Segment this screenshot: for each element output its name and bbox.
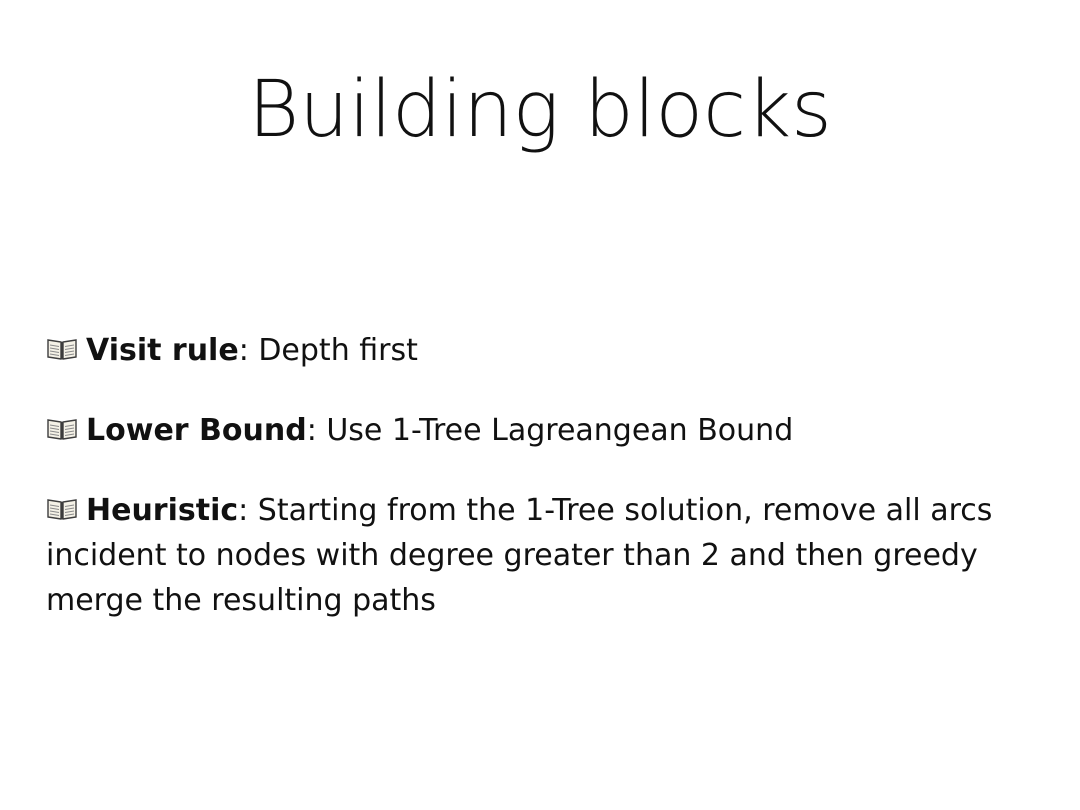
bullet-visit-rule: Visit rule: Depth first — [46, 328, 1036, 373]
bullet-heuristic: Heuristic: Starting from the 1-Tree solu… — [46, 488, 1036, 623]
bullet-text: : Use 1-Tree Lagreangean Bound — [306, 413, 794, 448]
bullet-label: Lower Bound — [86, 413, 307, 448]
bullet-label: Heuristic — [86, 493, 239, 528]
slide-title: Building blocks — [248, 65, 832, 155]
open-book-icon — [46, 497, 78, 521]
bullet-list: Visit rule: Depth first Lower Bound: Use… — [46, 328, 1036, 658]
slide: Building blocks Visit rule: Depth first — [0, 0, 1080, 810]
bullet-lower-bound: Lower Bound: Use 1-Tree Lagreangean Boun… — [46, 408, 1036, 453]
open-book-icon — [46, 337, 78, 361]
bullet-label: Visit rule — [86, 333, 239, 368]
bullet-text: : Depth first — [238, 333, 418, 368]
open-book-icon — [46, 417, 78, 441]
